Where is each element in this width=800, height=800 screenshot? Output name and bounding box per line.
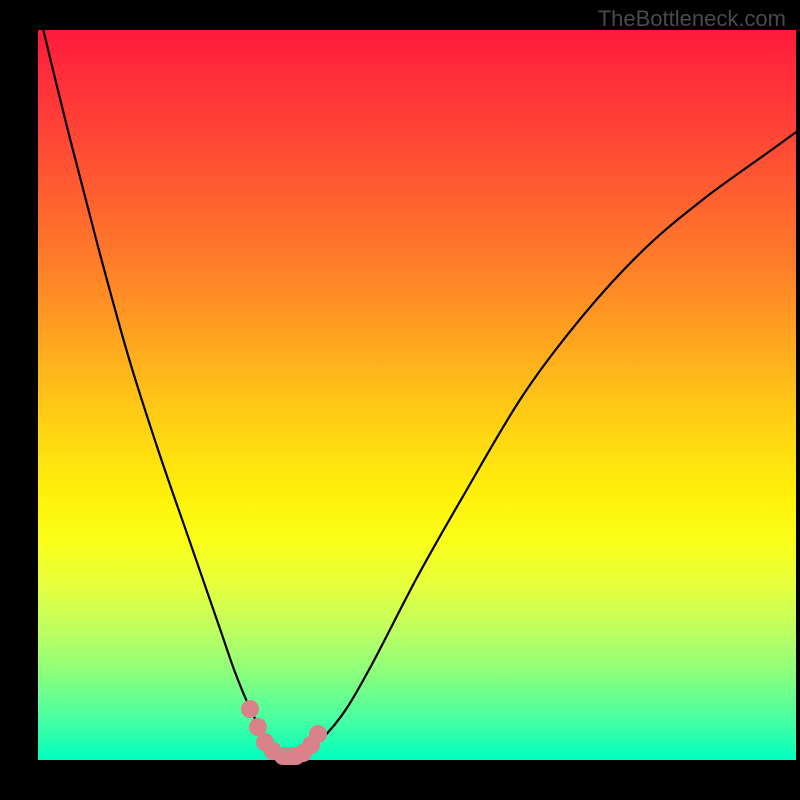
chart-highlight-marker — [264, 742, 282, 760]
bottleneck-curve-line — [38, 30, 796, 757]
chart-plot-area — [38, 30, 796, 760]
attribution-text: TheBottleneck.com — [598, 6, 786, 32]
chart-highlight-marker — [309, 725, 327, 743]
chart-curve-svg — [38, 30, 796, 760]
chart-highlight-marker — [241, 700, 259, 718]
